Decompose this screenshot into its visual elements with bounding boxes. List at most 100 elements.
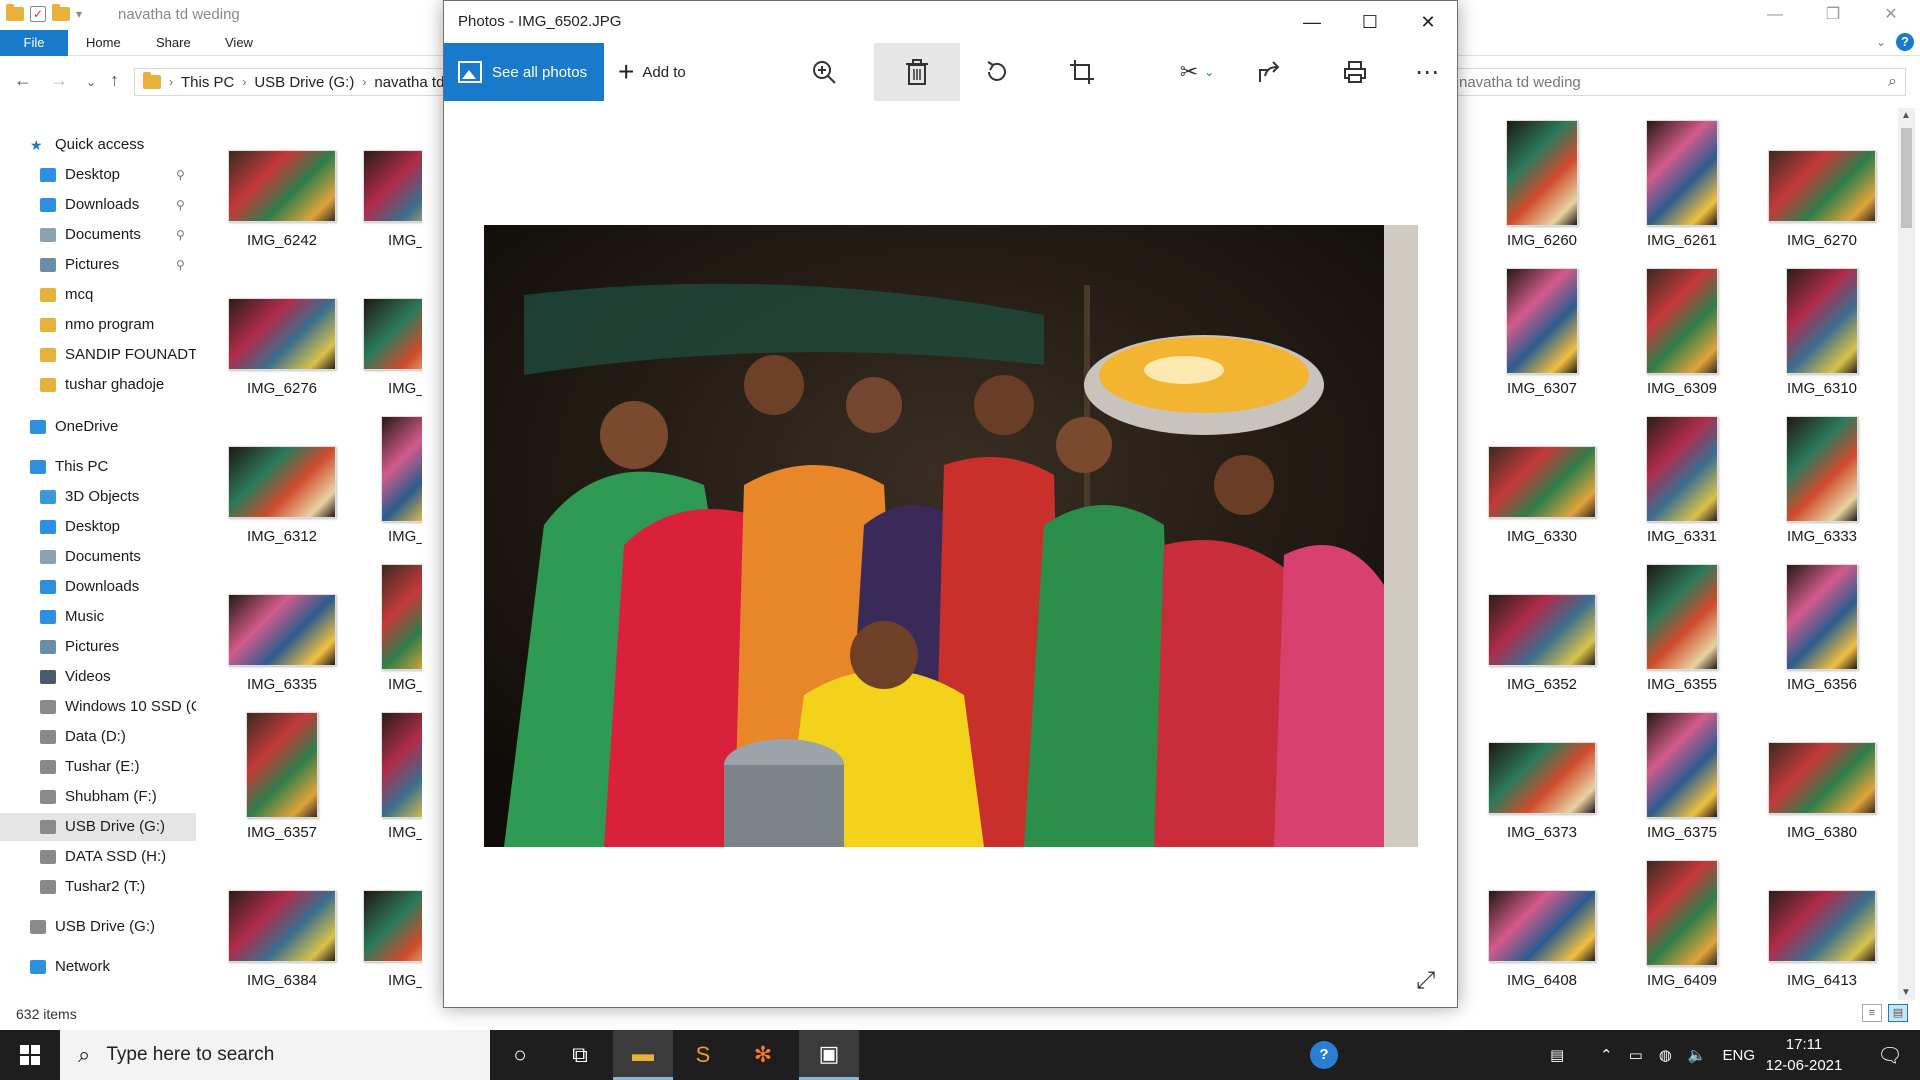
file-thumbnail[interactable]: IMG_6260 <box>1472 120 1612 260</box>
file-thumbnail[interactable]: IMG_6333 <box>1752 416 1892 556</box>
file-name: IMG_6270 <box>1786 232 1858 249</box>
file-thumbnail[interactable]: IMG_6270 <box>1752 120 1892 260</box>
rotate-button[interactable] <box>962 43 1032 101</box>
file-thumbnail[interactable]: IMG_633 <box>352 564 422 704</box>
crop-icon <box>1070 60 1094 84</box>
sublime-text-icon: S <box>695 1042 711 1067</box>
file-name: IMG_6333 <box>1786 528 1858 545</box>
file-thumbnail[interactable]: IMG_6312 <box>212 416 352 556</box>
chevron-down-icon: ⌄ <box>1204 65 1215 79</box>
file-thumbnail[interactable]: IMG_631 <box>352 416 422 556</box>
news-icon: ▤ <box>1550 1047 1565 1064</box>
news-tray-button[interactable]: ▤ <box>1550 1030 1564 1080</box>
start-button[interactable] <box>0 1030 60 1080</box>
file-explorer-icon: ▬ <box>632 1040 654 1066</box>
photo-thumbnail-image <box>228 890 336 962</box>
vertical-scrollbar[interactable]: ▲ ▼ <box>1898 108 1915 1000</box>
photo-thumbnail-image <box>1506 268 1578 374</box>
clock[interactable]: 17:11 12-06-2021 <box>1744 1034 1864 1076</box>
help-tray-button[interactable]: ? <box>1310 1030 1338 1080</box>
file-thumbnail[interactable]: IMG_6309 <box>1612 268 1752 408</box>
file-thumbnail[interactable]: IMG_6413 <box>1752 860 1892 1000</box>
delete-button[interactable] <box>874 43 960 101</box>
battery-icon[interactable]: ▭ <box>1629 1046 1643 1064</box>
sublime-text-taskbar-button[interactable]: S <box>673 1030 733 1080</box>
share-button[interactable] <box>1234 43 1304 101</box>
photos-title: Photos - IMG_6502.JPG <box>458 13 622 30</box>
file-thumbnail[interactable]: IMG_6261 <box>1612 120 1752 260</box>
file-thumbnail[interactable]: IMG_6355 <box>1612 564 1752 704</box>
file-name: IMG_6261 <box>1646 232 1718 249</box>
task-view-button[interactable]: ⧉ <box>550 1030 610 1080</box>
file-thumbnail[interactable]: IMG_624 <box>352 120 422 260</box>
volume-icon[interactable]: 🔈 <box>1688 1046 1707 1064</box>
file-explorer-taskbar-button[interactable]: ▬ <box>613 1030 673 1080</box>
notification-icon: 🗨 <box>1877 1044 1903 1067</box>
scrollbar-thumb[interactable] <box>1901 128 1912 228</box>
fullscreen-icon[interactable]: ⤢ <box>1416 967 1435 995</box>
photo-thumbnail-image <box>1646 860 1718 966</box>
photo-thumbnail-image <box>228 150 336 222</box>
close-button[interactable]: ✕ <box>1399 1 1457 43</box>
file-name: IMG_6384 <box>246 972 318 989</box>
photos-taskbar-button[interactable]: ▣ <box>799 1030 859 1080</box>
file-thumbnail[interactable]: IMG_6352 <box>1472 564 1612 704</box>
photo-thumbnail-image <box>1646 416 1718 522</box>
file-thumbnail[interactable]: IMG_635 <box>352 712 422 852</box>
file-thumbnail[interactable]: IMG_6356 <box>1752 564 1892 704</box>
photo-thumbnail-image <box>363 150 422 222</box>
file-thumbnail[interactable]: IMG_6373 <box>1472 712 1612 852</box>
show-hidden-icons-icon[interactable]: ⌃ <box>1600 1046 1613 1064</box>
trash-icon <box>906 59 928 85</box>
file-thumbnail[interactable]: IMG_6310 <box>1752 268 1892 408</box>
file-name: IMG_631 <box>388 528 422 545</box>
file-thumbnail[interactable]: IMG_6330 <box>1472 416 1612 556</box>
cortana-button[interactable]: ○ <box>490 1030 550 1080</box>
file-thumbnail[interactable]: IMG_6331 <box>1612 416 1752 556</box>
file-thumbnail[interactable]: IMG_6380 <box>1752 712 1892 852</box>
file-thumbnail[interactable]: IMG_6357 <box>212 712 352 852</box>
add-to-button[interactable]: + Add to <box>618 43 686 101</box>
file-name: IMG_635 <box>388 824 422 841</box>
minimize-button[interactable]: — <box>1283 1 1341 43</box>
file-thumbnail[interactable]: IMG_6242 <box>212 120 352 260</box>
file-name: IMG_6373 <box>1506 824 1578 841</box>
printer-icon <box>1344 61 1366 83</box>
see-all-photos-button[interactable]: See all photos <box>444 43 604 101</box>
zoom-button[interactable] <box>789 43 859 101</box>
photo-thumbnail-image <box>228 594 336 666</box>
photo-thumbnail-image <box>1768 890 1876 962</box>
file-thumbnail[interactable]: IMG_6307 <box>1472 268 1612 408</box>
print-button[interactable] <box>1320 43 1390 101</box>
network-globe-icon[interactable]: ◍ <box>1659 1046 1672 1064</box>
picture-icon <box>458 61 482 83</box>
file-thumbnail[interactable]: IMG_6375 <box>1612 712 1752 852</box>
main-photo[interactable] <box>484 225 1418 847</box>
item-count: 632 items <box>16 1006 77 1022</box>
file-thumbnail[interactable]: IMG_6335 <box>212 564 352 704</box>
help-circle-icon: ? <box>1310 1041 1338 1069</box>
scroll-up-icon[interactable]: ▲ <box>1901 110 1911 121</box>
clock-date: 12-06-2021 <box>1765 1057 1843 1074</box>
taskbar-search[interactable]: ⌕ Type here to search <box>60 1030 490 1080</box>
photo-thumbnail-image <box>1786 268 1858 374</box>
file-thumbnail[interactable]: IMG_627 <box>352 268 422 408</box>
file-thumbnail[interactable]: IMG_6276 <box>212 268 352 408</box>
file-thumbnail[interactable]: IMG_6409 <box>1612 860 1752 1000</box>
details-view-icon[interactable]: ≡ <box>1862 1004 1882 1022</box>
more-options-button[interactable]: ⋯ <box>1392 43 1462 101</box>
large-icons-view-icon[interactable]: ▤ <box>1888 1004 1908 1022</box>
crop-button[interactable] <box>1047 43 1117 101</box>
see-all-label: See all photos <box>492 63 588 81</box>
photo-thumbnail-image <box>1768 150 1876 222</box>
view-toggles: ≡ ▤ <box>1862 1004 1908 1022</box>
xampp-taskbar-button[interactable]: ✻ <box>733 1030 793 1080</box>
file-thumbnail[interactable]: IMG_6384 <box>212 860 352 1000</box>
photo-thumbnail-image <box>1646 564 1718 670</box>
scroll-down-icon[interactable]: ▼ <box>1901 987 1911 998</box>
edit-button[interactable]: ✂ ⌄ <box>1157 43 1237 101</box>
file-thumbnail[interactable]: IMG_638 <box>352 860 422 1000</box>
maximize-button[interactable]: ☐ <box>1341 1 1399 43</box>
file-thumbnail[interactable]: IMG_6408 <box>1472 860 1612 1000</box>
action-center-button[interactable]: 🗨 <box>1860 1030 1920 1080</box>
